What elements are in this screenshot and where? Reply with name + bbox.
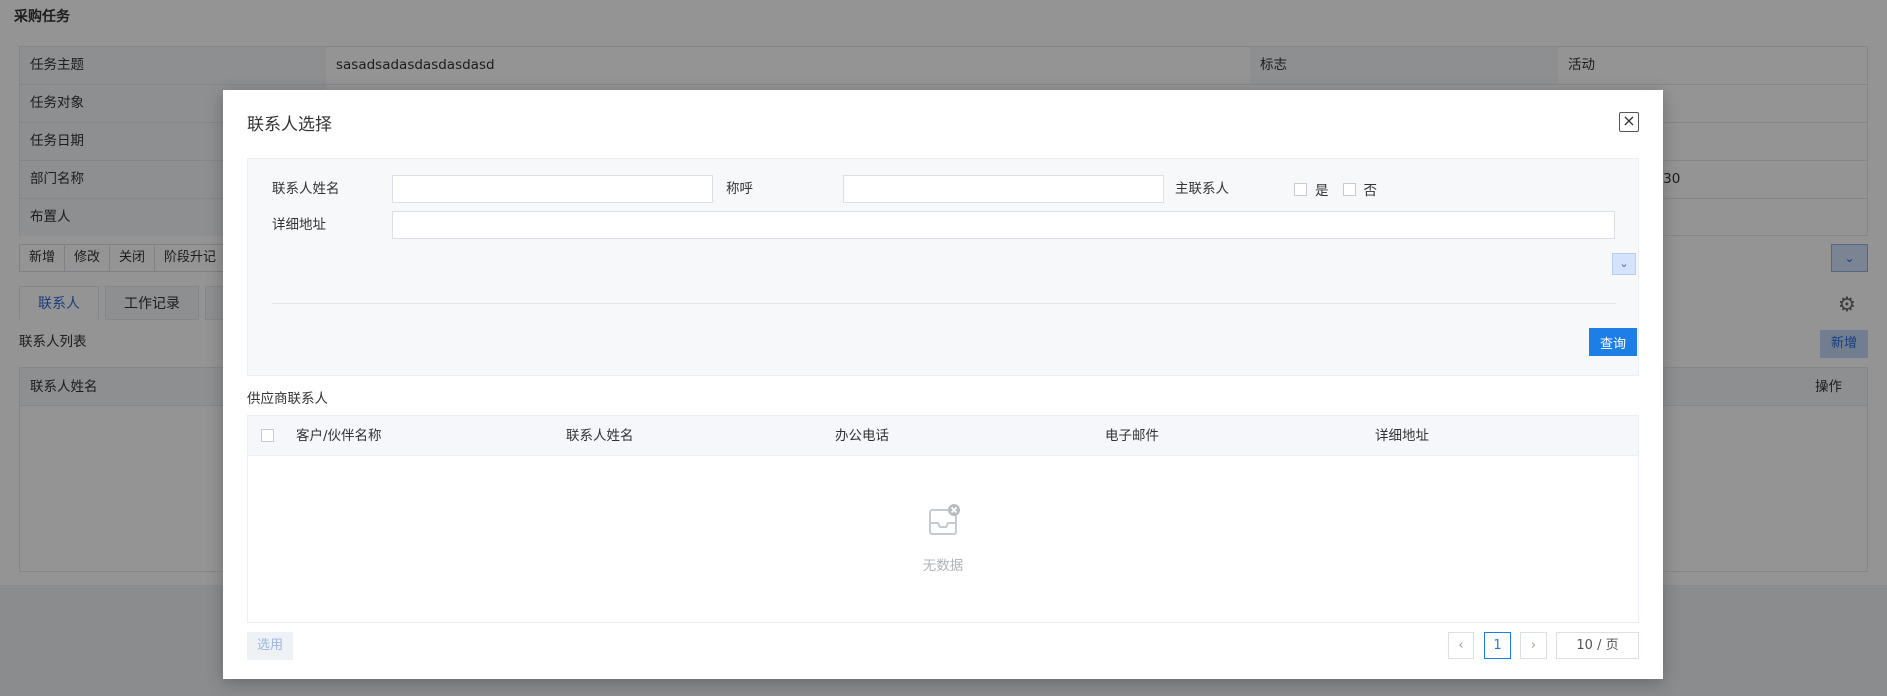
address-label: 详细地址 [272, 217, 326, 233]
column-header-address: 详细地址 [1375, 428, 1429, 444]
query-button[interactable]: 查询 [1589, 328, 1637, 356]
contact-name-label: 联系人姓名 [272, 181, 340, 197]
column-header-contact-name: 联系人姓名 [566, 428, 634, 444]
salutation-input[interactable] [843, 175, 1164, 203]
select-button[interactable]: 选用 [247, 632, 293, 660]
prev-page-button[interactable]: ‹ [1448, 632, 1474, 659]
salutation-label: 称呼 [726, 181, 753, 197]
column-header-partner-name: 客户/伙伴名称 [296, 428, 382, 444]
contact-select-dialog: 联系人选择 × 联系人姓名 称呼 主联系人 是 否 详细地址 ⌄ 查询 供应商联… [223, 90, 1663, 679]
primary-contact-options: 是 否 [1294, 175, 1391, 203]
primary-no-label: 否 [1363, 183, 1378, 199]
supplier-contacts-title: 供应商联系人 [247, 391, 328, 407]
supplier-contact-table: 客户/伙伴名称 联系人姓名 办公电话 电子邮件 详细地址 无数据 [247, 415, 1639, 623]
page-number-current[interactable]: 1 [1484, 632, 1511, 659]
empty-inbox-icon [929, 504, 960, 535]
panel-divider [272, 303, 1616, 304]
select-all-checkbox[interactable] [261, 429, 274, 442]
column-header-office-phone: 办公电话 [835, 428, 889, 444]
primary-no-checkbox[interactable] [1342, 182, 1356, 196]
next-page-button[interactable]: › [1520, 632, 1547, 659]
page-size-select[interactable]: 10 / 页 [1556, 632, 1639, 659]
chevron-down-icon[interactable]: ⌄ [1612, 253, 1636, 275]
primary-yes-checkbox[interactable] [1294, 182, 1307, 196]
primary-contact-label: 主联系人 [1175, 181, 1229, 197]
search-panel: 联系人姓名 称呼 主联系人 是 否 详细地址 ⌄ 查询 [247, 158, 1639, 376]
contact-name-input[interactable] [392, 175, 713, 203]
table-header: 客户/伙伴名称 联系人姓名 办公电话 电子邮件 详细地址 [248, 416, 1638, 456]
empty-text: 无数据 [922, 558, 964, 574]
close-icon[interactable]: × [1619, 112, 1639, 132]
empty-state: 无数据 [248, 456, 1638, 622]
primary-yes-label: 是 [1315, 183, 1329, 199]
dialog-title: 联系人选择 [247, 115, 332, 135]
column-header-email: 电子邮件 [1105, 428, 1159, 444]
address-input[interactable] [392, 211, 1615, 239]
